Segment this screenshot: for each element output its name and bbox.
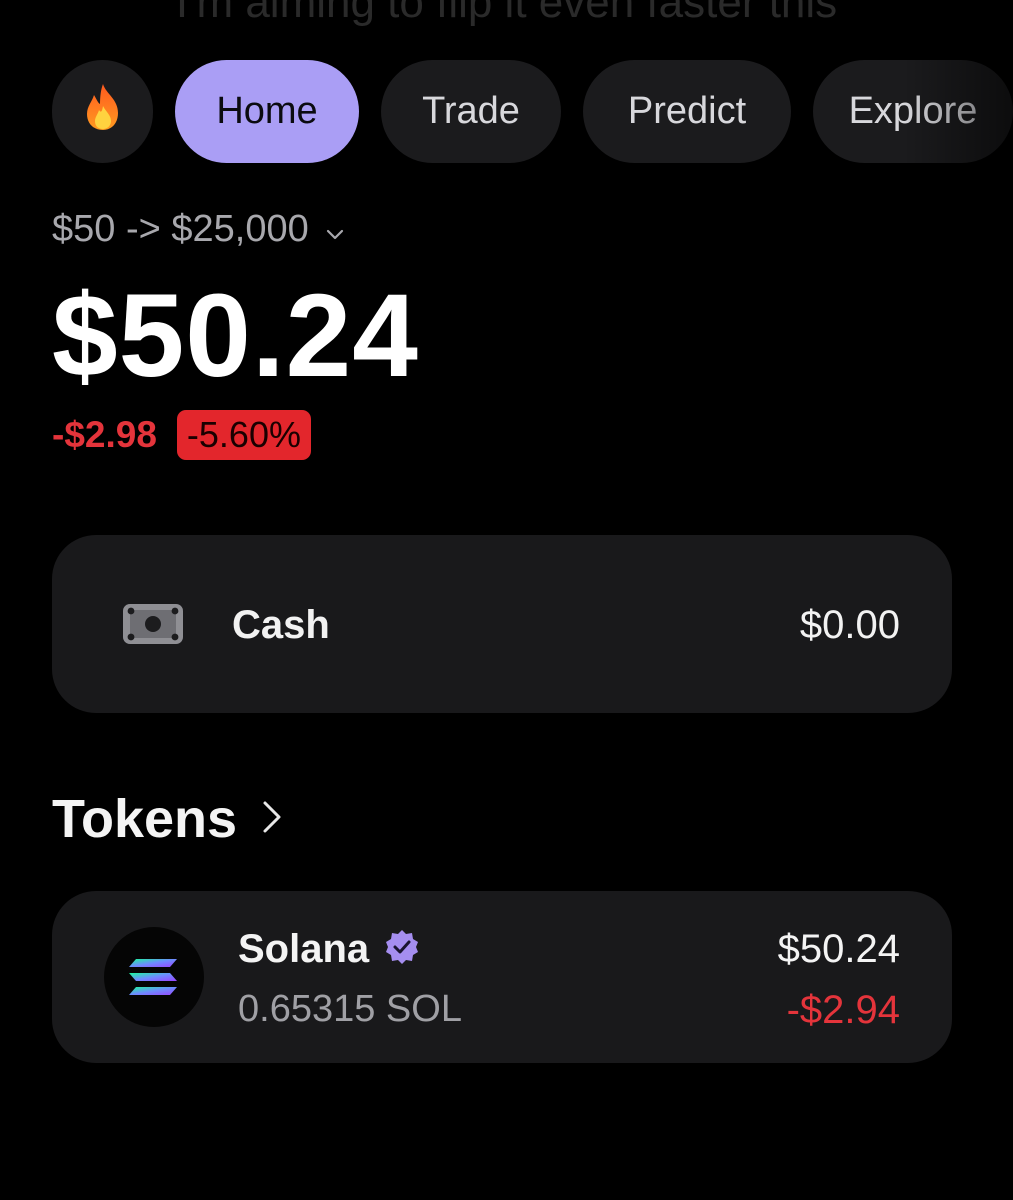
tab-home-label: Home: [216, 90, 318, 132]
change-amount: -$2.98: [52, 414, 157, 455]
token-change: -$2.94: [786, 988, 900, 1032]
token-name-row: Solana: [238, 927, 421, 972]
portfolio-goal-selector[interactable]: $50 -> $25,000: [52, 208, 345, 251]
token-amount: 0.65315 SOL: [238, 988, 462, 1030]
solana-logo-icon: [104, 927, 204, 1027]
token-name: Solana: [238, 927, 370, 971]
portfolio-balance: $50.24: [52, 270, 419, 402]
fire-icon: [80, 82, 126, 142]
cash-card[interactable]: Cash $0.00: [52, 535, 952, 713]
tab-explore-label: Explore: [848, 90, 978, 132]
tab-explore[interactable]: Explore: [813, 60, 1013, 163]
cash-icon: [122, 603, 184, 645]
cash-label: Cash: [232, 603, 330, 647]
tokens-title: Tokens: [52, 789, 238, 849]
token-value: $50.24: [777, 927, 900, 971]
chevron-down-icon: [325, 208, 345, 251]
top-nav: Home Trade Predict Explore: [52, 60, 1013, 163]
tab-trade[interactable]: Trade: [381, 60, 561, 163]
tab-fire[interactable]: [52, 60, 153, 163]
cash-value: $0.00: [799, 603, 900, 647]
token-row-solana[interactable]: Solana 0.65315 SOL $50.24 -$2.94: [52, 891, 952, 1063]
portfolio-goal-label: $50 -> $25,000: [52, 208, 309, 250]
verified-badge-icon: [383, 928, 421, 971]
tab-trade-label: Trade: [422, 90, 520, 132]
top-caption: I'm aiming to flip it even faster this: [175, 0, 838, 27]
chevron-right-icon: [261, 799, 283, 840]
tab-home[interactable]: Home: [175, 60, 359, 163]
tokens-section-link[interactable]: Tokens: [52, 788, 283, 850]
portfolio-change: -$2.98 -5.60%: [52, 410, 311, 460]
tab-predict[interactable]: Predict: [583, 60, 791, 163]
tab-predict-label: Predict: [627, 90, 747, 132]
change-percent-badge: -5.60%: [176, 410, 311, 460]
